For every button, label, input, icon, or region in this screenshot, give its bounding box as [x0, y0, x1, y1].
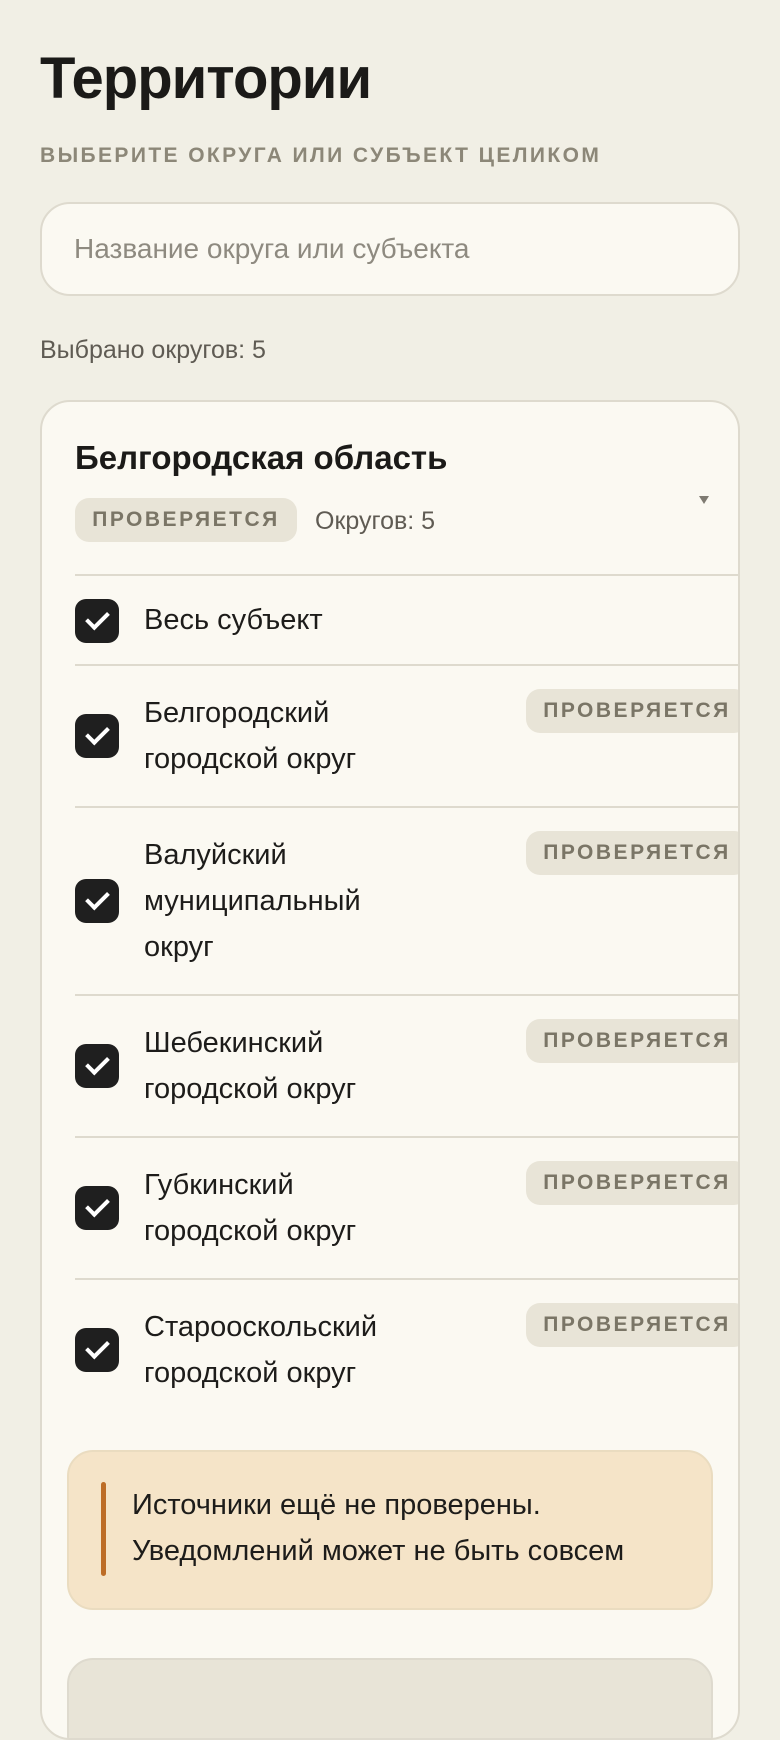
region-header[interactable]: Белгородская область ПРОВЕРЯЕТСЯ Округов… [42, 402, 738, 574]
district-label: Старооскольский городской округ [144, 1311, 378, 1389]
page-subtitle: ВЫБЕРИТЕ ОКРУГА ИЛИ СУБЪЕКТ ЦЕЛИКОМ [40, 144, 602, 167]
district-label: Шебекинский городской округ [144, 1027, 357, 1105]
check-icon[interactable] [75, 714, 119, 758]
check-icon[interactable] [75, 1328, 119, 1372]
check-icon[interactable] [75, 1044, 119, 1088]
district-label: Губкинский городской округ [144, 1169, 357, 1247]
region-title: Белгородская область [75, 439, 448, 476]
district-row[interactable]: Белгородский городской округ ПРОВЕРЯЕТСЯ [75, 664, 738, 806]
verification-notice: Источники ещё не проверены. Уведомлений … [67, 1450, 713, 1610]
district-row[interactable]: Губкинский городской округ ПРОВЕРЯЕТСЯ [75, 1136, 738, 1278]
district-row[interactable]: Шебекинский городской округ ПРОВЕРЯЕТСЯ [75, 994, 738, 1136]
whole-subject-label: Весь субъект [144, 604, 323, 636]
district-row[interactable]: Старооскольский городской округ ПРОВЕРЯЕ… [75, 1278, 738, 1420]
check-icon[interactable] [75, 599, 119, 643]
status-badge: ПРОВЕРЯЕТСЯ [526, 689, 738, 733]
check-icon[interactable] [75, 1186, 119, 1230]
region-card: Белгородская область ПРОВЕРЯЕТСЯ Округов… [40, 400, 740, 1740]
selected-count: Выбрано округов: 5 [40, 336, 266, 364]
district-label: Валуйский муниципальный округ [144, 839, 361, 963]
action-button[interactable] [67, 1658, 713, 1738]
chevron-down-icon[interactable] [693, 488, 717, 512]
page-title: Территории [40, 46, 372, 111]
district-label: Белгородский городской округ [144, 697, 357, 775]
status-badge: ПРОВЕРЯЕТСЯ [75, 498, 297, 542]
status-badge: ПРОВЕРЯЕТСЯ [526, 831, 738, 875]
district-count: Округов: 5 [315, 507, 436, 535]
notice-text: Источники ещё не проверены. Уведомлений … [132, 1489, 625, 1567]
notice-accent-bar [101, 1482, 106, 1576]
status-badge: ПРОВЕРЯЕТСЯ [526, 1303, 738, 1347]
district-row[interactable]: Валуйский муниципальный округ ПРОВЕРЯЕТС… [75, 806, 738, 994]
status-badge: ПРОВЕРЯЕТСЯ [526, 1019, 738, 1063]
whole-subject-row[interactable]: Весь субъект [75, 574, 738, 664]
check-icon[interactable] [75, 879, 119, 923]
status-badge: ПРОВЕРЯЕТСЯ [526, 1161, 738, 1205]
search-input[interactable] [40, 202, 740, 296]
